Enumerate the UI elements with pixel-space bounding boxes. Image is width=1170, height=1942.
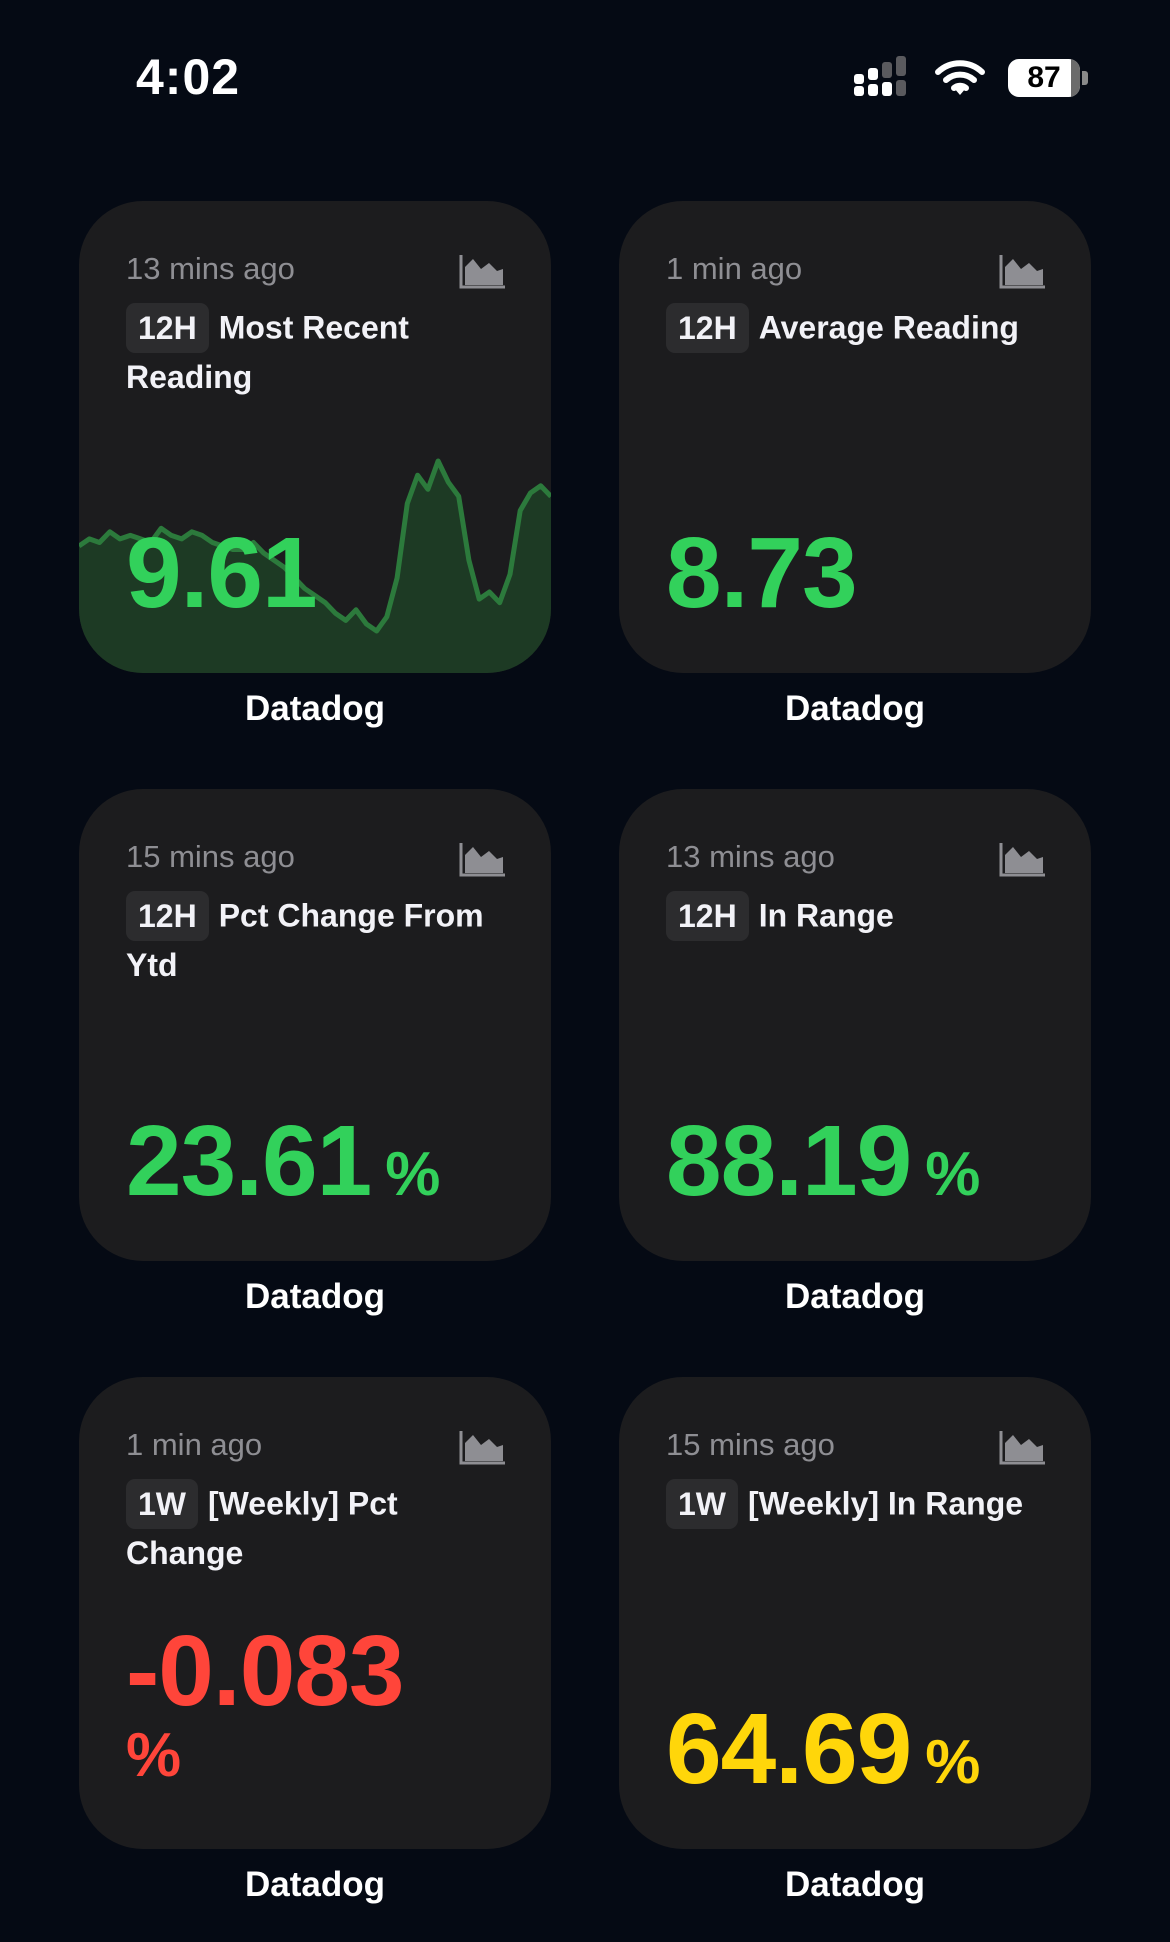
home-screen: 4:02 87 13 mins ago 12H Most Recent Read… bbox=[0, 0, 1170, 1942]
widget-most-recent-reading-block: 13 mins ago 12H Most Recent Reading 9.61 … bbox=[79, 201, 551, 729]
updated-ago: 1 min ago bbox=[126, 1427, 263, 1462]
metric-value: 23.61% bbox=[126, 1111, 440, 1211]
widget-app-label: Datadog bbox=[785, 1865, 925, 1904]
widget-header: 15 mins ago 12H Pct Change From Ytd bbox=[126, 837, 507, 988]
wifi-icon bbox=[935, 60, 985, 95]
metric-value: -0.083% bbox=[126, 1621, 405, 1790]
metric-unit: % bbox=[126, 1721, 181, 1790]
widget-header: 15 mins ago 1W [Weekly] In Range bbox=[666, 1425, 1047, 1531]
range-badge: 1W bbox=[666, 1479, 738, 1529]
widget-app-label: Datadog bbox=[245, 689, 385, 728]
widget-header: 13 mins ago 12H Most Recent Reading bbox=[126, 249, 507, 400]
widget-average-reading-block: 1 min ago 12H Average Reading 8.73 Datado… bbox=[619, 201, 1091, 729]
metric-number: -0.083 bbox=[126, 1615, 405, 1727]
range-badge: 12H bbox=[666, 891, 749, 941]
area-chart-icon bbox=[999, 255, 1045, 289]
widget-weekly-in-range-block: 15 mins ago 1W [Weekly] In Range 64.69% D… bbox=[619, 1377, 1091, 1905]
range-badge: 12H bbox=[126, 891, 209, 941]
battery-cap bbox=[1082, 71, 1088, 85]
metric-value: 64.69% bbox=[666, 1699, 980, 1799]
widget-weekly-pct-change-block: 1 min ago 1W [Weekly] Pct Change -0.083% … bbox=[79, 1377, 551, 1905]
widget-title-text: [Weekly] In Range bbox=[748, 1485, 1024, 1522]
widget-title: 1W [Weekly] In Range bbox=[666, 1479, 1046, 1531]
area-chart-icon bbox=[459, 1431, 505, 1465]
widget-title-text: Average Reading bbox=[758, 309, 1019, 346]
battery-percentage: 87 bbox=[1027, 61, 1061, 94]
widget-header: 1 min ago 12H Average Reading bbox=[666, 249, 1047, 355]
metric-number: 9.61 bbox=[126, 517, 318, 629]
area-chart-icon bbox=[999, 1431, 1045, 1465]
area-chart-icon bbox=[459, 255, 505, 289]
widget-title: 12H Pct Change From Ytd bbox=[126, 891, 506, 988]
widget-header: 1 min ago 1W [Weekly] Pct Change bbox=[126, 1425, 507, 1576]
cellular-signal-icon bbox=[854, 56, 906, 96]
widget-title: 12H Average Reading bbox=[666, 303, 1066, 355]
widget-title-text: In Range bbox=[758, 897, 894, 934]
range-badge: 12H bbox=[126, 303, 209, 353]
widget-title: 1W [Weekly] Pct Change bbox=[126, 1479, 506, 1576]
widget-title: 12H In Range bbox=[666, 891, 1046, 943]
widget-app-label: Datadog bbox=[245, 1865, 385, 1904]
widget-app-label: Datadog bbox=[785, 689, 925, 728]
status-time: 4:02 bbox=[136, 49, 241, 105]
status-icons: 87 bbox=[854, 56, 1088, 100]
widget-weekly-in-range[interactable]: 15 mins ago 1W [Weekly] In Range 64.69% bbox=[619, 1377, 1091, 1849]
updated-ago: 13 mins ago bbox=[666, 839, 835, 874]
widget-weekly-pct-change[interactable]: 1 min ago 1W [Weekly] Pct Change -0.083% bbox=[79, 1377, 551, 1849]
metric-number: 23.61 bbox=[126, 1105, 372, 1217]
metric-unit: % bbox=[385, 1140, 440, 1209]
widget-app-label: Datadog bbox=[245, 1277, 385, 1316]
updated-ago: 15 mins ago bbox=[126, 839, 295, 874]
metric-value: 8.73 bbox=[666, 523, 858, 623]
status-bar: 4:02 87 bbox=[0, 0, 1170, 150]
battery-body: 87 bbox=[1008, 59, 1080, 97]
updated-ago: 1 min ago bbox=[666, 251, 803, 286]
widget-header: 13 mins ago 12H In Range bbox=[666, 837, 1047, 943]
metric-number: 88.19 bbox=[666, 1105, 912, 1217]
widget-pct-change-from-ytd[interactable]: 15 mins ago 12H Pct Change From Ytd 23.61… bbox=[79, 789, 551, 1261]
widget-in-range[interactable]: 13 mins ago 12H In Range 88.19% bbox=[619, 789, 1091, 1261]
updated-ago: 13 mins ago bbox=[126, 251, 295, 286]
range-badge: 12H bbox=[666, 303, 749, 353]
metric-number: 64.69 bbox=[666, 1693, 912, 1805]
widget-pct-change-block: 15 mins ago 12H Pct Change From Ytd 23.61… bbox=[79, 789, 551, 1317]
widget-most-recent-reading[interactable]: 13 mins ago 12H Most Recent Reading 9.61 bbox=[79, 201, 551, 673]
battery-empty-portion bbox=[1070, 59, 1080, 97]
battery-icon: 87 bbox=[1008, 58, 1088, 98]
area-chart-icon bbox=[459, 843, 505, 877]
widget-average-reading[interactable]: 1 min ago 12H Average Reading 8.73 bbox=[619, 201, 1091, 673]
updated-ago: 15 mins ago bbox=[666, 1427, 835, 1462]
metric-value: 88.19% bbox=[666, 1111, 980, 1211]
metric-unit: % bbox=[925, 1728, 980, 1797]
metric-unit: % bbox=[925, 1140, 980, 1209]
metric-value: 9.61 bbox=[126, 523, 318, 623]
widget-in-range-block: 13 mins ago 12H In Range 88.19% Datadog bbox=[619, 789, 1091, 1317]
area-chart-icon bbox=[999, 843, 1045, 877]
widget-title: 12H Most Recent Reading bbox=[126, 303, 506, 400]
range-badge: 1W bbox=[126, 1479, 198, 1529]
widget-app-label: Datadog bbox=[785, 1277, 925, 1316]
metric-number: 8.73 bbox=[666, 517, 858, 629]
